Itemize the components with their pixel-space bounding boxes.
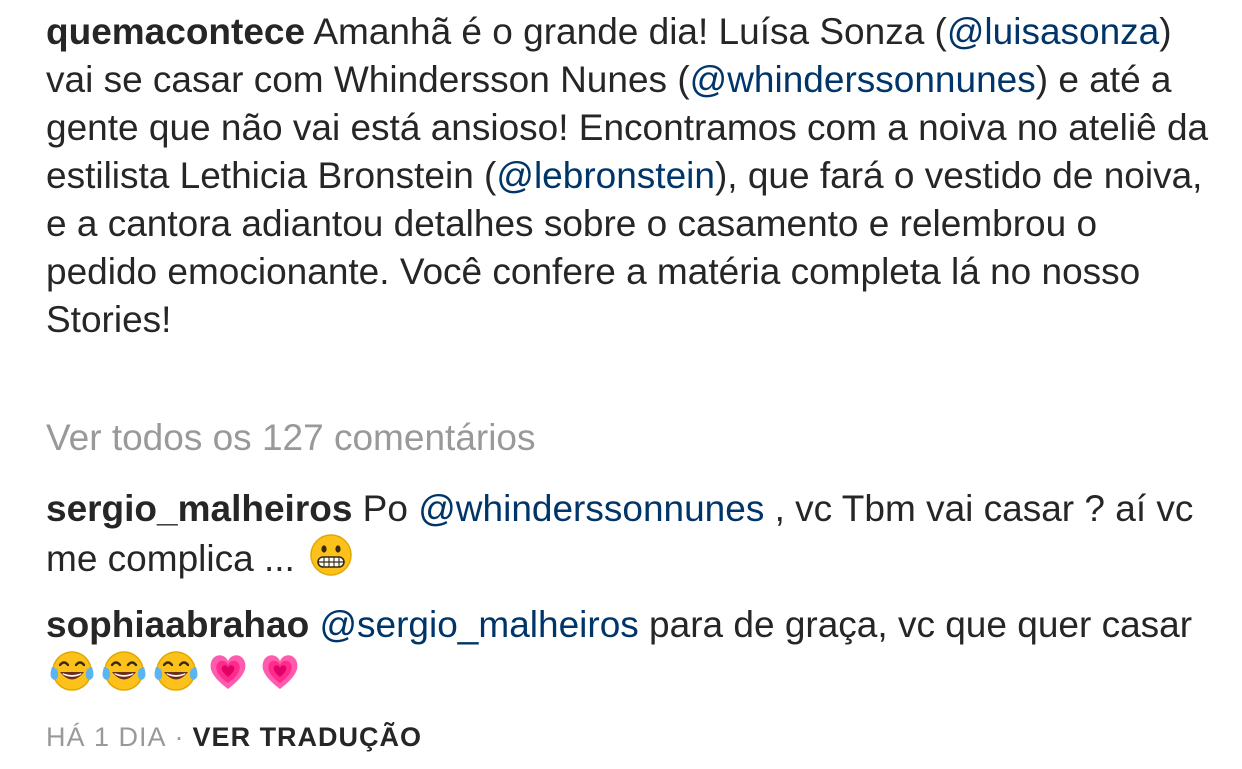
mention-link-luisasonza[interactable]: @luisasonza <box>947 11 1159 52</box>
growing-heart-emoji-icon <box>262 655 298 689</box>
separator-dot: · <box>174 722 185 752</box>
mention-link-sergio-malheiros[interactable]: @sergio_malheiros <box>319 604 638 645</box>
timestamp: HÁ 1 DIA <box>46 722 167 752</box>
mention-link-whinderssonnunes[interactable]: @whinderssonnunes <box>418 488 764 529</box>
comment-footer: HÁ 1 DIA · VER TRADUÇÃO <box>46 720 422 754</box>
caption-username-link[interactable]: quemacontece <box>46 11 305 52</box>
tears-of-joy-emoji-icon <box>154 650 198 692</box>
caption-text: Amanhã é o grande dia! Luísa Sonza ( <box>305 11 947 52</box>
comment-item: sophiaabrahao @sergio_malheiros para de … <box>46 601 1216 699</box>
post-caption: quemacontece Amanhã é o grande dia! Luís… <box>46 8 1216 344</box>
tears-of-joy-emoji-icon <box>102 650 146 692</box>
view-all-comments-link[interactable]: Ver todos os 127 comentários <box>46 414 536 462</box>
growing-heart-emoji-icon <box>210 655 246 689</box>
comment-text <box>309 604 319 645</box>
mention-link-lebronstein[interactable]: @lebronstein <box>496 155 715 196</box>
comment-item: sergio_malheiros Po @whinderssonnunes , … <box>46 485 1216 583</box>
mention-link-whinderssonnunes[interactable]: @whinderssonnunes <box>690 59 1036 100</box>
see-translation-link[interactable]: VER TRADUÇÃO <box>193 722 423 752</box>
comment-text: Po <box>352 488 419 529</box>
tears-of-joy-emoji-icon <box>50 650 94 692</box>
comment-text: para de graça, vc que quer casar <box>638 604 1193 645</box>
grimacing-face-emoji-icon <box>310 534 352 576</box>
comment-username-link[interactable]: sergio_malheiros <box>46 488 352 529</box>
comment-username-link[interactable]: sophiaabrahao <box>46 604 309 645</box>
